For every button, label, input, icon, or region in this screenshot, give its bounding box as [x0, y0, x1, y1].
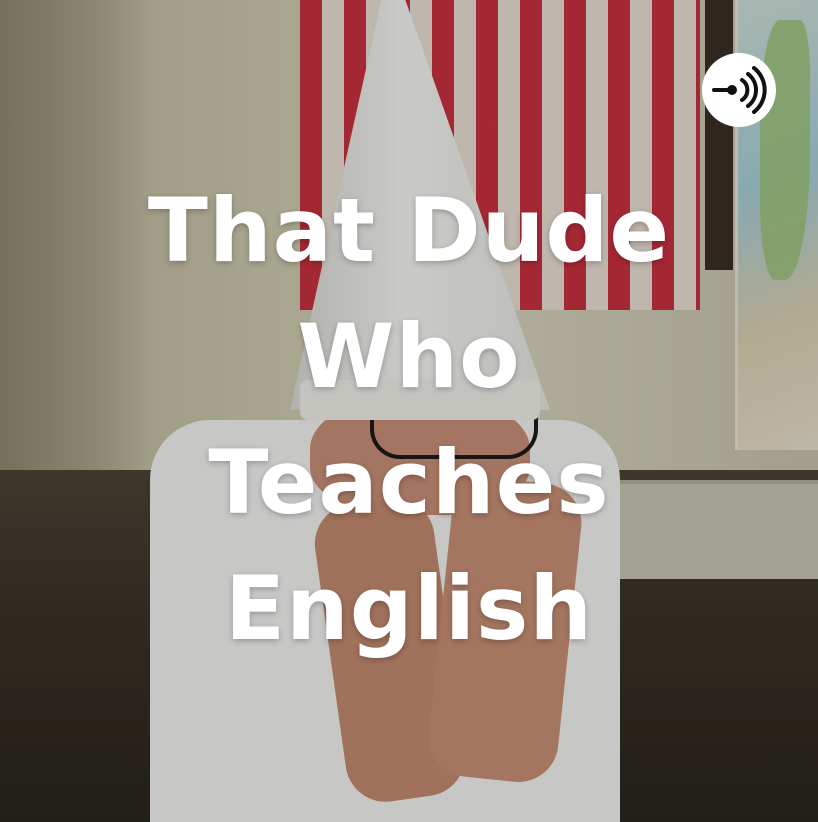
title-line: English — [224, 557, 594, 660]
podcast-cover: That Dude Who Teaches English — [0, 0, 818, 822]
title-line: That Dude — [147, 179, 671, 282]
title-line: Who — [297, 305, 521, 408]
podcast-badge — [702, 53, 776, 127]
title-line: Teaches — [208, 431, 610, 534]
podcast-icon — [712, 66, 767, 114]
podcast-title: That Dude Who Teaches English — [0, 168, 818, 672]
